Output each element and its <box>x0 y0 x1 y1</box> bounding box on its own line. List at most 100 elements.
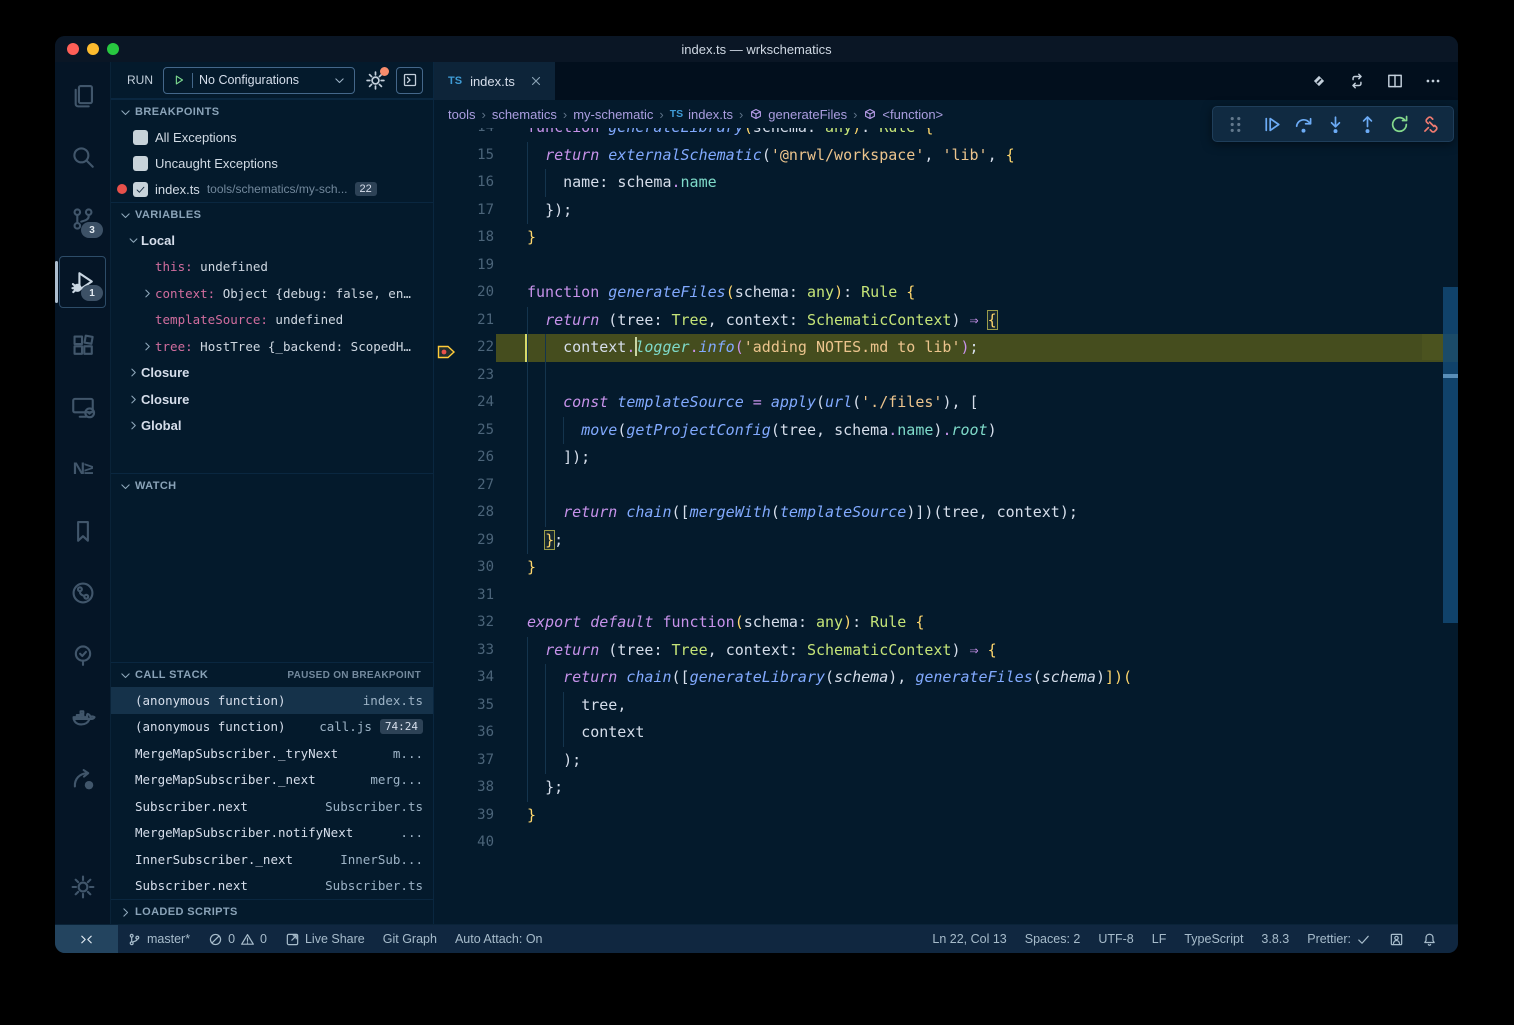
variable-row[interactable]: Closure <box>111 386 433 413</box>
code-line-32[interactable]: 32export default function(schema: any): … <box>434 609 1458 637</box>
code-line-33[interactable]: 33 return (tree: Tree, context: Schemati… <box>434 637 1458 665</box>
breakpoint-gutter[interactable] <box>434 444 460 472</box>
launch-configuration-dropdown[interactable]: No Configurations <box>163 67 355 94</box>
breadcrumb-item-schematics[interactable]: schematics <box>492 107 557 122</box>
toolbar-drag-handle[interactable] <box>1219 110 1251 138</box>
breakpoint-gutter[interactable] <box>434 334 460 362</box>
breakpoint-gutter[interactable] <box>434 774 460 802</box>
step-over-button[interactable] <box>1287 110 1319 138</box>
activity-item-deploy[interactable] <box>60 754 105 804</box>
status-eol[interactable]: LF <box>1143 925 1176 953</box>
breakpoint-gutter[interactable] <box>434 417 460 445</box>
breakpoint-row[interactable]: Uncaught Exceptions <box>111 150 433 176</box>
activity-item-explorer[interactable] <box>60 70 105 120</box>
start-debugging-icon[interactable] <box>172 73 186 87</box>
breakpoint-row[interactable]: index.tstools/schematics/my-sch...22 <box>111 176 433 202</box>
breakpoint-gutter[interactable] <box>434 472 460 500</box>
watch-header[interactable]: WATCH <box>111 474 433 498</box>
activity-item-search[interactable] <box>60 132 105 182</box>
code-line-27[interactable]: 27 <box>434 472 1458 500</box>
call-stack-frame[interactable]: (anonymous function)index.ts <box>111 687 433 714</box>
gitlens-icon[interactable] <box>1310 72 1328 90</box>
breakpoint-gutter[interactable] <box>434 128 460 142</box>
breakpoint-gutter[interactable] <box>434 664 460 692</box>
code-line-18[interactable]: 18} <box>434 224 1458 252</box>
breakpoint-gutter[interactable] <box>434 802 460 830</box>
status-feedback[interactable] <box>1380 925 1413 953</box>
code-line-15[interactable]: 15 return externalSchematic('@nrwl/works… <box>434 142 1458 170</box>
call-stack-frame[interactable]: MergeMapSubscriber._nextmerg... <box>111 767 433 794</box>
variable-row[interactable]: templateSource: undefined <box>111 307 433 334</box>
breakpoint-gutter[interactable] <box>434 279 460 307</box>
breakpoint-gutter[interactable] <box>434 692 460 720</box>
code-line-40[interactable]: 40 <box>434 829 1458 857</box>
status-problems[interactable]: 00 <box>199 925 276 953</box>
breakpoint-gutter[interactable] <box>434 499 460 527</box>
breakpoint-gutter[interactable] <box>434 197 460 225</box>
code-line-23[interactable]: 23 <box>434 362 1458 390</box>
variable-row[interactable]: context: Object {debug: false, en… <box>111 280 433 307</box>
status-encoding[interactable]: UTF-8 <box>1089 925 1142 953</box>
code-line-29[interactable]: 29 }; <box>434 527 1458 555</box>
breakpoint-gutter[interactable] <box>434 307 460 335</box>
breakpoint-gutter[interactable] <box>434 554 460 582</box>
code-line-38[interactable]: 38 }; <box>434 774 1458 802</box>
more-actions-icon[interactable] <box>1424 72 1442 90</box>
status-indentation[interactable]: Spaces: 2 <box>1016 925 1090 953</box>
status-remote-indicator[interactable] <box>55 925 118 953</box>
status-ts-version[interactable]: 3.8.3 <box>1252 925 1298 953</box>
activity-item-docker[interactable] <box>60 692 105 742</box>
breakpoints-header[interactable]: BREAKPOINTS <box>111 100 433 124</box>
call-stack-frame[interactable]: InnerSubscriber._nextInnerSub... <box>111 846 433 873</box>
close-tab-icon[interactable] <box>529 74 543 88</box>
breakpoint-gutter[interactable] <box>434 252 460 280</box>
activity-item-extensions[interactable] <box>60 320 105 370</box>
variables-header[interactable]: VARIABLES <box>111 203 433 227</box>
code-line-39[interactable]: 39} <box>434 802 1458 830</box>
breakpoint-checkbox[interactable] <box>133 156 148 171</box>
variable-row[interactable]: this: undefined <box>111 254 433 281</box>
breakpoint-gutter[interactable] <box>434 747 460 775</box>
code-line-25[interactable]: 25 move(getProjectConfig(tree, schema.na… <box>434 417 1458 445</box>
call-stack-frame[interactable]: MergeMapSubscriber._tryNextm... <box>111 740 433 767</box>
breakpoint-gutter[interactable] <box>434 719 460 747</box>
status-live-share[interactable]: Live Share <box>276 925 374 953</box>
code-line-20[interactable]: 20function generateFiles(schema: any): R… <box>434 279 1458 307</box>
restart-button[interactable] <box>1383 110 1415 138</box>
activity-item-run-and-debug[interactable]: 1 <box>59 256 106 308</box>
status-git-branch[interactable]: master* <box>118 925 199 953</box>
code-line-34[interactable]: 34 return chain([generateLibrary(schema)… <box>434 664 1458 692</box>
breakpoint-gutter[interactable] <box>434 582 460 610</box>
activity-item-test-explorer[interactable] <box>60 630 105 680</box>
step-out-button[interactable] <box>1351 110 1383 138</box>
breakpoint-gutter[interactable] <box>434 224 460 252</box>
breakpoint-gutter[interactable] <box>434 389 460 417</box>
breakpoint-gutter[interactable] <box>434 527 460 555</box>
variable-row[interactable]: Global <box>111 413 433 440</box>
call-stack-frame[interactable]: (anonymous function)call.js74:24 <box>111 714 433 741</box>
code-line-16[interactable]: 16 name: schema.name <box>434 169 1458 197</box>
code-line-22[interactable]: 22 context.logger.info('adding NOTES.md … <box>434 334 1458 362</box>
git-graph-icon[interactable] <box>1348 72 1366 90</box>
activity-item-nx-console[interactable]: N≥ <box>60 444 105 494</box>
code-line-31[interactable]: 31 <box>434 582 1458 610</box>
code-line-26[interactable]: 26 ]); <box>434 444 1458 472</box>
activity-item-remote-explorer[interactable] <box>60 382 105 432</box>
code-line-21[interactable]: 21 return (tree: Tree, context: Schemati… <box>434 307 1458 335</box>
status-auto-attach[interactable]: Auto Attach: On <box>446 925 552 953</box>
breakpoint-checkbox[interactable] <box>133 182 148 197</box>
breadcrumb-item-myschematic[interactable]: my-schematic <box>573 107 653 122</box>
status-language-mode[interactable]: TypeScript <box>1175 925 1252 953</box>
breakpoint-gutter[interactable] <box>434 637 460 665</box>
step-into-button[interactable] <box>1319 110 1351 138</box>
breakpoint-gutter[interactable] <box>434 142 460 170</box>
code-line-28[interactable]: 28 return chain([mergeWith(templateSourc… <box>434 499 1458 527</box>
code-line-17[interactable]: 17 }); <box>434 197 1458 225</box>
activity-item-bookmarks[interactable] <box>60 506 105 556</box>
continue-button[interactable] <box>1255 110 1287 138</box>
status-prettier[interactable]: Prettier: <box>1298 925 1380 953</box>
disconnect-button[interactable] <box>1415 110 1447 138</box>
code-line-35[interactable]: 35 tree, <box>434 692 1458 720</box>
open-debug-console-icon[interactable] <box>396 67 423 94</box>
loaded-scripts-header[interactable]: LOADED SCRIPTS <box>111 900 433 924</box>
